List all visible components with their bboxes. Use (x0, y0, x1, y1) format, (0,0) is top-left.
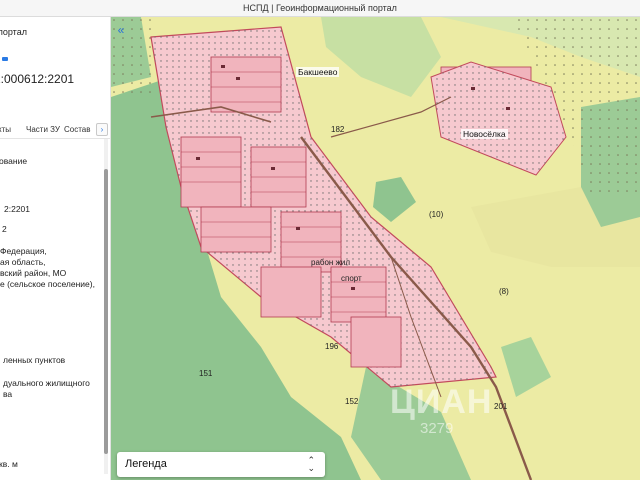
map-canvas (111, 17, 640, 480)
field-short: 2 (2, 224, 7, 234)
label-196: 196 (325, 342, 339, 351)
label-10: (10) (429, 210, 444, 219)
tab-objects[interactable]: кты (0, 125, 11, 134)
panel-title-fragment: портал (0, 27, 27, 37)
label-201: 201 (494, 402, 508, 411)
legend-label: Легенда (125, 458, 167, 470)
label-zone-residential: рабон жил (311, 258, 351, 267)
usage-line-1: дуального жилищного (3, 378, 90, 388)
usage-line-2: ва (3, 389, 13, 399)
label-zone-sport: спорт (341, 274, 362, 283)
panel-scrollbar-thumb[interactable] (104, 169, 108, 454)
watermark-code: 3279 (420, 420, 454, 437)
label-152: 152 (345, 397, 359, 406)
chevron-updown-icon: ⌃ ⌄ (307, 455, 315, 473)
tab-composition[interactable]: Состав (64, 125, 91, 134)
label-8: (8) (499, 287, 509, 296)
cadastral-number: 1:000612:2201 (0, 72, 75, 86)
legend-dropdown[interactable]: Легенда ⌃ ⌄ (117, 452, 325, 477)
cian-watermark: ЦИАН (390, 383, 493, 421)
address-line-4: е (сельское поселение), (0, 279, 95, 289)
collapse-panel-button[interactable]: « (113, 23, 129, 39)
map-view[interactable]: 182 151 152 196 201 (10) (8) рабон жил с… (111, 17, 640, 480)
address-line-2: ая область, (0, 257, 46, 267)
field-number: 2:2201 (4, 204, 30, 214)
tab-parts[interactable]: Части ЗУ (26, 125, 60, 134)
label-182: 182 (331, 125, 345, 134)
window-title: НСПД | Геоинформационный портал (0, 0, 640, 17)
village-baksheevo: Бакшеево (296, 67, 340, 77)
address-line-1: Федерация, (0, 246, 47, 256)
category-value: ленных пунктов (3, 355, 66, 365)
tab-bar: кты Части ЗУ Состав › (0, 121, 110, 139)
area-unit: кв. м (0, 459, 18, 469)
field-name: ование (0, 156, 28, 166)
info-panel: портал 1:000612:2201 кты Части ЗУ Состав… (0, 17, 111, 480)
tabs-next-button[interactable]: › (96, 123, 108, 136)
label-151: 151 (199, 369, 213, 378)
village-novoselka: Новосёлка (461, 129, 508, 139)
address-line-3: вский район, МО (0, 268, 67, 278)
link-indicator[interactable] (2, 57, 8, 61)
